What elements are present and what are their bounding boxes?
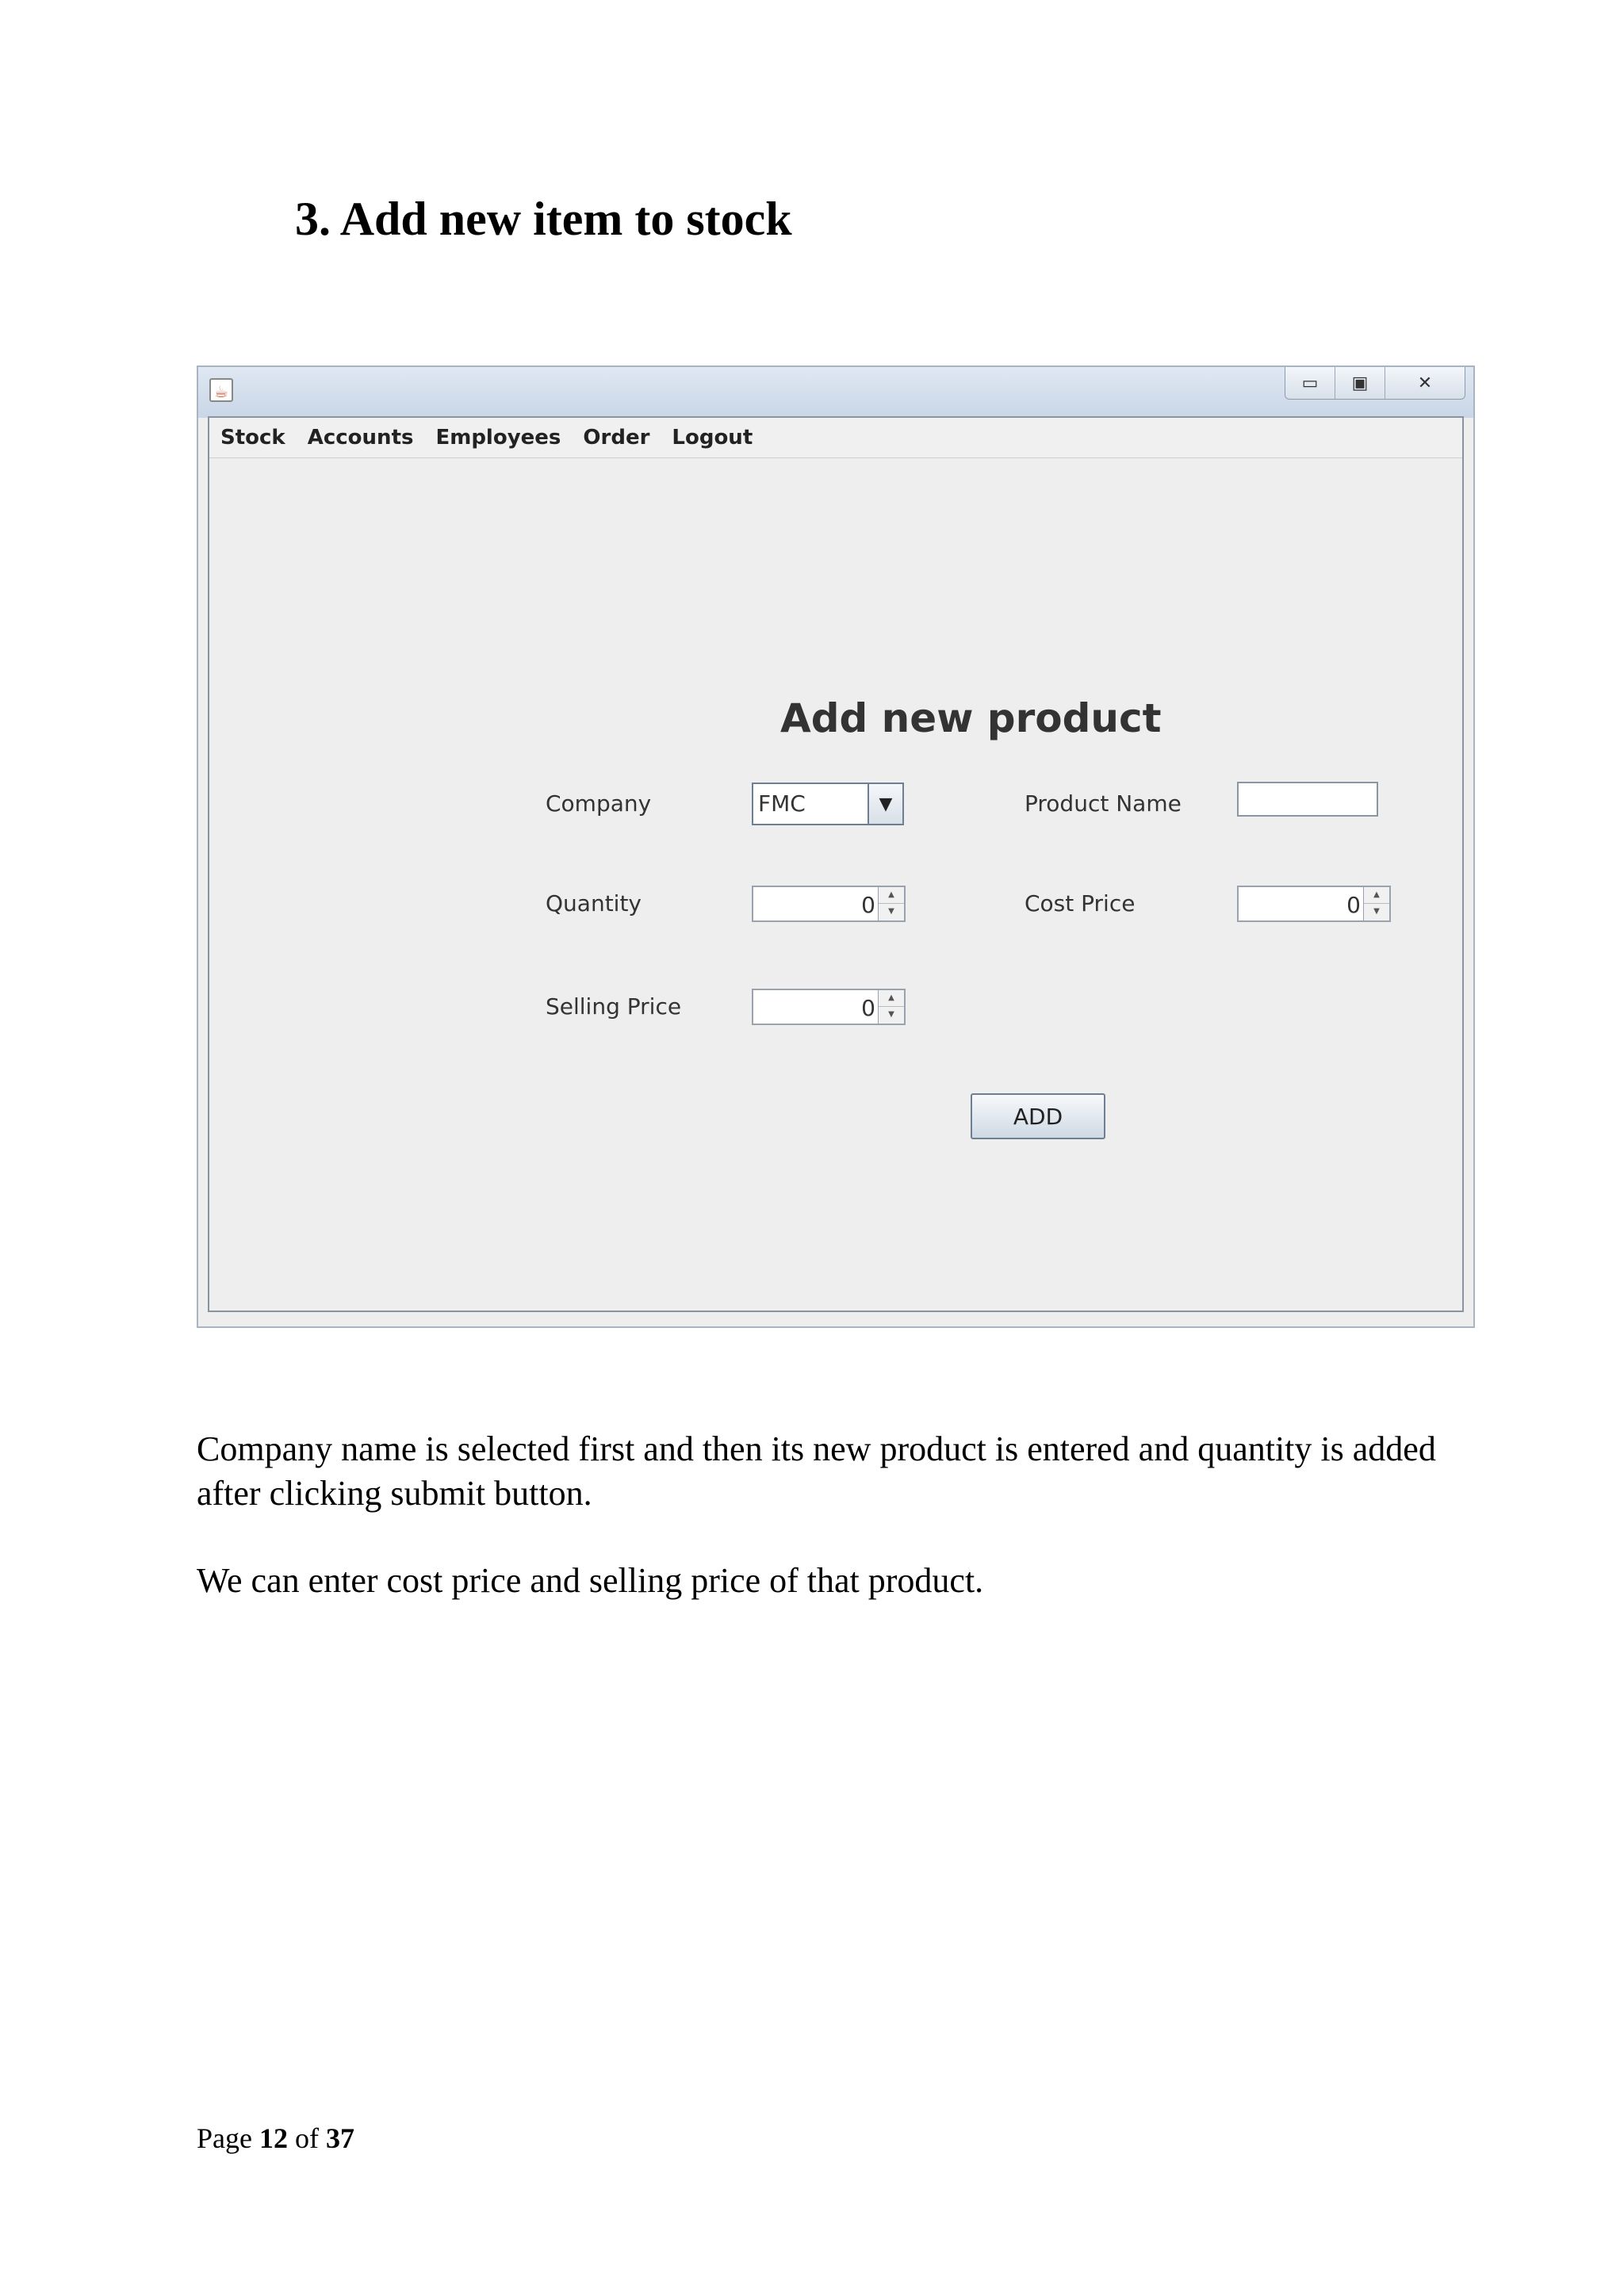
spinner-up-icon[interactable]: ▲: [879, 887, 904, 904]
menu-accounts[interactable]: Accounts: [308, 426, 414, 450]
quantity-spinner[interactable]: 0 ▲ ▼: [752, 886, 906, 922]
cost-price-stepper[interactable]: ▲ ▼: [1363, 887, 1389, 920]
selling-price-stepper[interactable]: ▲ ▼: [878, 990, 904, 1024]
menu-order[interactable]: Order: [583, 426, 649, 450]
spinner-down-icon[interactable]: ▼: [1364, 904, 1389, 920]
product-name-label: Product Name: [1025, 790, 1182, 817]
spinner-down-icon[interactable]: ▼: [879, 904, 904, 920]
window-client-area: Stock Accounts Employees Order Logout Ad…: [208, 416, 1464, 1312]
spinner-down-icon[interactable]: ▼: [879, 1007, 904, 1023]
selling-price-spinner[interactable]: 0 ▲ ▼: [752, 989, 906, 1025]
footer-of-word: of: [294, 2122, 319, 2154]
add-button[interactable]: ADD: [971, 1093, 1105, 1139]
app-window-screenshot: ☕ ▭ ▣ ✕ Stock Accounts Employees Order L…: [197, 365, 1475, 1328]
maximize-icon[interactable]: ▣: [1335, 367, 1385, 399]
section-heading: 3. Add new item to stock: [295, 193, 792, 245]
window-controls: ▭ ▣ ✕: [1285, 367, 1465, 400]
description-paragraph-2: We can enter cost price and selling pric…: [197, 1561, 984, 1600]
quantity-value: 0: [861, 892, 875, 918]
product-name-input[interactable]: [1237, 782, 1378, 817]
page-footer: Page 12 of 37: [197, 2122, 354, 2155]
close-icon[interactable]: ✕: [1385, 367, 1465, 399]
minimize-icon[interactable]: ▭: [1285, 367, 1335, 399]
menu-employees[interactable]: Employees: [435, 426, 561, 450]
company-select[interactable]: FMC ▼: [752, 783, 904, 825]
window-titlebar: ☕ ▭ ▣ ✕: [198, 367, 1473, 418]
cost-price-value: 0: [1346, 892, 1361, 918]
chevron-down-icon[interactable]: ▼: [868, 784, 902, 824]
cost-price-label: Cost Price: [1025, 890, 1136, 916]
form-title: Add new product: [780, 695, 1162, 741]
footer-page-number: 12: [259, 2122, 288, 2154]
spinner-up-icon[interactable]: ▲: [879, 990, 904, 1007]
footer-page-word: Page: [197, 2122, 252, 2154]
selling-price-label: Selling Price: [546, 993, 682, 1020]
cost-price-spinner[interactable]: 0 ▲ ▼: [1237, 886, 1391, 922]
java-icon: ☕: [209, 378, 233, 402]
footer-total-pages: 37: [325, 2122, 354, 2154]
menu-logout[interactable]: Logout: [672, 426, 753, 450]
company-select-value: FMC: [758, 790, 806, 817]
spinner-up-icon[interactable]: ▲: [1364, 887, 1389, 904]
quantity-label: Quantity: [546, 890, 642, 916]
quantity-stepper[interactable]: ▲ ▼: [878, 887, 904, 920]
menubar: Stock Accounts Employees Order Logout: [209, 418, 1462, 458]
description-paragraph-1: Company name is selected first and then …: [197, 1429, 1436, 1513]
selling-price-value: 0: [861, 995, 875, 1021]
company-label: Company: [546, 790, 652, 817]
menu-stock[interactable]: Stock: [220, 426, 285, 450]
